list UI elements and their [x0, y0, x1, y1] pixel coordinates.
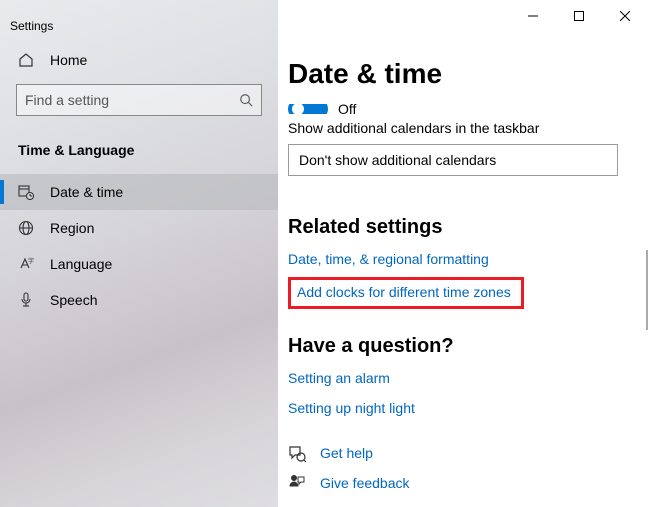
- window-controls: [510, 0, 648, 32]
- minimize-button[interactable]: [510, 0, 556, 32]
- toggle-pill-icon: [288, 104, 328, 114]
- help-icon: [288, 444, 306, 462]
- close-button[interactable]: [602, 0, 648, 32]
- toggle-partial[interactable]: Off: [288, 104, 618, 114]
- main-panel: Date & time Off Show additional calendar…: [278, 0, 648, 507]
- globe-icon: [18, 220, 34, 236]
- calendars-dropdown[interactable]: Don't show additional calendars: [288, 144, 618, 176]
- calendar-clock-icon: [18, 184, 34, 200]
- settings-window: Settings Home Time & Language: [0, 0, 648, 507]
- link-give-feedback[interactable]: Give feedback: [320, 475, 410, 491]
- sidebar-item-date-time[interactable]: Date & time: [0, 174, 278, 210]
- sidebar: Settings Home Time & Language: [0, 0, 278, 507]
- sidebar-item-speech[interactable]: Speech: [0, 282, 278, 318]
- link-add-clocks[interactable]: Add clocks for different time zones: [297, 284, 511, 300]
- maximize-button[interactable]: [556, 0, 602, 32]
- svg-text:字: 字: [28, 257, 34, 265]
- search-icon: [239, 93, 253, 107]
- sidebar-item-language[interactable]: 字 Language: [0, 246, 278, 282]
- feedback-icon: [288, 474, 306, 492]
- link-date-time-formatting[interactable]: Date, time, & regional formatting: [288, 251, 618, 267]
- get-help-row[interactable]: Get help: [288, 444, 618, 462]
- sidebar-item-label: Region: [50, 220, 94, 236]
- link-night-light[interactable]: Setting up night light: [288, 400, 618, 416]
- sidebar-item-label: Language: [50, 256, 112, 272]
- window-title: Settings: [0, 10, 278, 42]
- search-input[interactable]: [25, 92, 230, 108]
- nav-home-label: Home: [50, 52, 87, 68]
- sidebar-item-label: Speech: [50, 292, 97, 308]
- dropdown-value: Don't show additional calendars: [299, 152, 496, 168]
- language-icon: 字: [18, 256, 34, 272]
- home-icon: [18, 52, 34, 68]
- toggle-state-label: Off: [338, 104, 356, 114]
- sidebar-section-header: Time & Language: [0, 134, 278, 174]
- content-area: Date & time Off Show additional calendar…: [278, 32, 648, 507]
- calendars-label: Show additional calendars in the taskbar: [288, 120, 618, 136]
- nav-home[interactable]: Home: [0, 42, 278, 78]
- related-settings-title: Related settings: [288, 216, 618, 239]
- sidebar-item-region[interactable]: Region: [0, 210, 278, 246]
- question-title: Have a question?: [288, 335, 618, 358]
- microphone-icon: [18, 292, 34, 308]
- link-setting-alarm[interactable]: Setting an alarm: [288, 370, 618, 386]
- search-box[interactable]: [16, 84, 262, 116]
- page-title: Date & time: [288, 58, 618, 90]
- link-get-help[interactable]: Get help: [320, 445, 373, 461]
- sidebar-item-label: Date & time: [50, 184, 123, 200]
- give-feedback-row[interactable]: Give feedback: [288, 474, 618, 492]
- highlight-annotation: Add clocks for different time zones: [288, 277, 524, 309]
